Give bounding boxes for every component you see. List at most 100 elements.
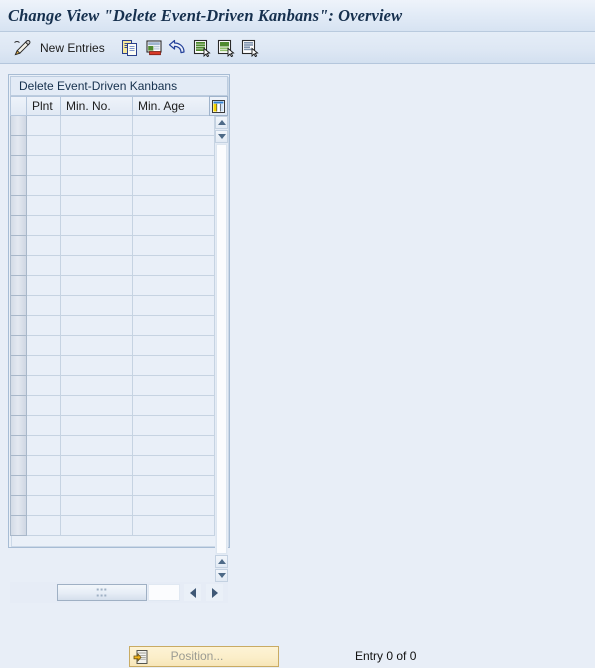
row-selector-cell[interactable] [10,316,27,336]
row-selector-cell[interactable] [10,136,27,156]
table-row[interactable] [10,436,215,456]
table-cell-plnt[interactable] [27,356,61,376]
table-cell-plnt[interactable] [27,116,61,136]
position-button[interactable]: Position... [129,646,279,667]
table-row[interactable] [10,396,215,416]
new-entries-button[interactable]: New Entries [40,36,105,60]
delete-icon[interactable] [143,36,165,60]
table-cell-min_no[interactable] [61,276,133,296]
table-cell-min_age[interactable] [133,336,215,356]
table-cell-min_no[interactable] [61,396,133,416]
table-cell-min_age[interactable] [133,416,215,436]
table-cell-min_age[interactable] [133,356,215,376]
table-cell-min_age[interactable] [133,376,215,396]
vertical-scroll-track[interactable] [216,144,227,554]
table-row[interactable] [10,316,215,336]
table-cell-min_age[interactable] [133,256,215,276]
table-row[interactable] [10,416,215,436]
table-row[interactable] [10,376,215,396]
table-cell-min_age[interactable] [133,316,215,336]
table-cell-min_no[interactable] [61,516,133,536]
horizontal-scrollbar[interactable]: ▪▪▪ ▪▪▪ [10,582,228,603]
table-row[interactable] [10,496,215,516]
table-cell-min_age[interactable] [133,516,215,536]
table-row[interactable] [10,476,215,496]
scroll-up-icon-bottom[interactable] [215,555,228,568]
table-cell-min_no[interactable] [61,236,133,256]
table-cell-plnt[interactable] [27,196,61,216]
table-cell-min_age[interactable] [133,136,215,156]
table-cell-min_age[interactable] [133,456,215,476]
select-block-icon[interactable] [239,36,261,60]
table-row[interactable] [10,116,215,136]
row-selector-cell[interactable] [10,336,27,356]
table-cell-plnt[interactable] [27,316,61,336]
table-cell-min_age[interactable] [133,156,215,176]
table-cell-min_no[interactable] [61,136,133,156]
table-row[interactable] [10,356,215,376]
table-cell-min_age[interactable] [133,436,215,456]
table-cell-plnt[interactable] [27,416,61,436]
table-body[interactable] [10,116,215,582]
vertical-scrollbar[interactable] [215,116,228,582]
row-selector-cell[interactable] [10,376,27,396]
table-row[interactable] [10,296,215,316]
table-cell-plnt[interactable] [27,456,61,476]
table-row[interactable] [10,136,215,156]
deselect-all-icon[interactable] [215,36,237,60]
row-selector-cell[interactable] [10,176,27,196]
column-header-plnt[interactable]: Plnt [27,96,61,116]
table-cell-plnt[interactable] [27,476,61,496]
row-selector-cell[interactable] [10,236,27,256]
table-row[interactable] [10,456,215,476]
row-selector-cell[interactable] [10,196,27,216]
row-selector-cell[interactable] [10,456,27,476]
table-row[interactable] [10,176,215,196]
table-cell-plnt[interactable] [27,336,61,356]
display-change-icon[interactable] [10,36,34,60]
row-selector-cell[interactable] [10,256,27,276]
table-cell-min_no[interactable] [61,216,133,236]
table-cell-min_age[interactable] [133,116,215,136]
table-cell-plnt[interactable] [27,436,61,456]
table-cell-min_no[interactable] [61,416,133,436]
table-cell-min_no[interactable] [61,116,133,136]
table-row[interactable] [10,196,215,216]
table-cell-plnt[interactable] [27,236,61,256]
table-row[interactable] [10,156,215,176]
row-selector-cell[interactable] [10,476,27,496]
table-cell-min_age[interactable] [133,276,215,296]
table-cell-min_age[interactable] [133,196,215,216]
table-cell-min_no[interactable] [61,296,133,316]
table-cell-min_no[interactable] [61,156,133,176]
row-selector-cell[interactable] [10,396,27,416]
table-cell-min_no[interactable] [61,176,133,196]
table-row[interactable] [10,216,215,236]
table-cell-plnt[interactable] [27,376,61,396]
table-cell-min_age[interactable] [133,476,215,496]
scroll-down-icon-bottom[interactable] [215,569,228,582]
row-selector-cell[interactable] [10,436,27,456]
column-header-min-age[interactable]: Min. Age [133,96,215,116]
column-header-min-no[interactable]: Min. No. [61,96,133,116]
table-cell-min_age[interactable] [133,176,215,196]
table-cell-min_no[interactable] [61,336,133,356]
table-cell-min_no[interactable] [61,436,133,456]
row-selector-cell[interactable] [10,416,27,436]
row-selector-cell[interactable] [10,116,27,136]
row-selector-cell[interactable] [10,216,27,236]
table-row[interactable] [10,236,215,256]
table-cell-min_no[interactable] [61,456,133,476]
row-selector-cell[interactable] [10,156,27,176]
column-header-selector[interactable] [10,96,27,116]
scroll-right-icon[interactable] [206,584,223,601]
horizontal-scroll-track[interactable] [148,584,180,601]
select-all-icon[interactable] [191,36,213,60]
table-settings-icon[interactable] [209,96,228,116]
table-cell-min_no[interactable] [61,356,133,376]
row-selector-cell[interactable] [10,296,27,316]
scroll-left-icon[interactable] [184,584,201,601]
table-cell-min_no[interactable] [61,196,133,216]
undo-icon[interactable] [167,36,189,60]
table-cell-min_age[interactable] [133,236,215,256]
